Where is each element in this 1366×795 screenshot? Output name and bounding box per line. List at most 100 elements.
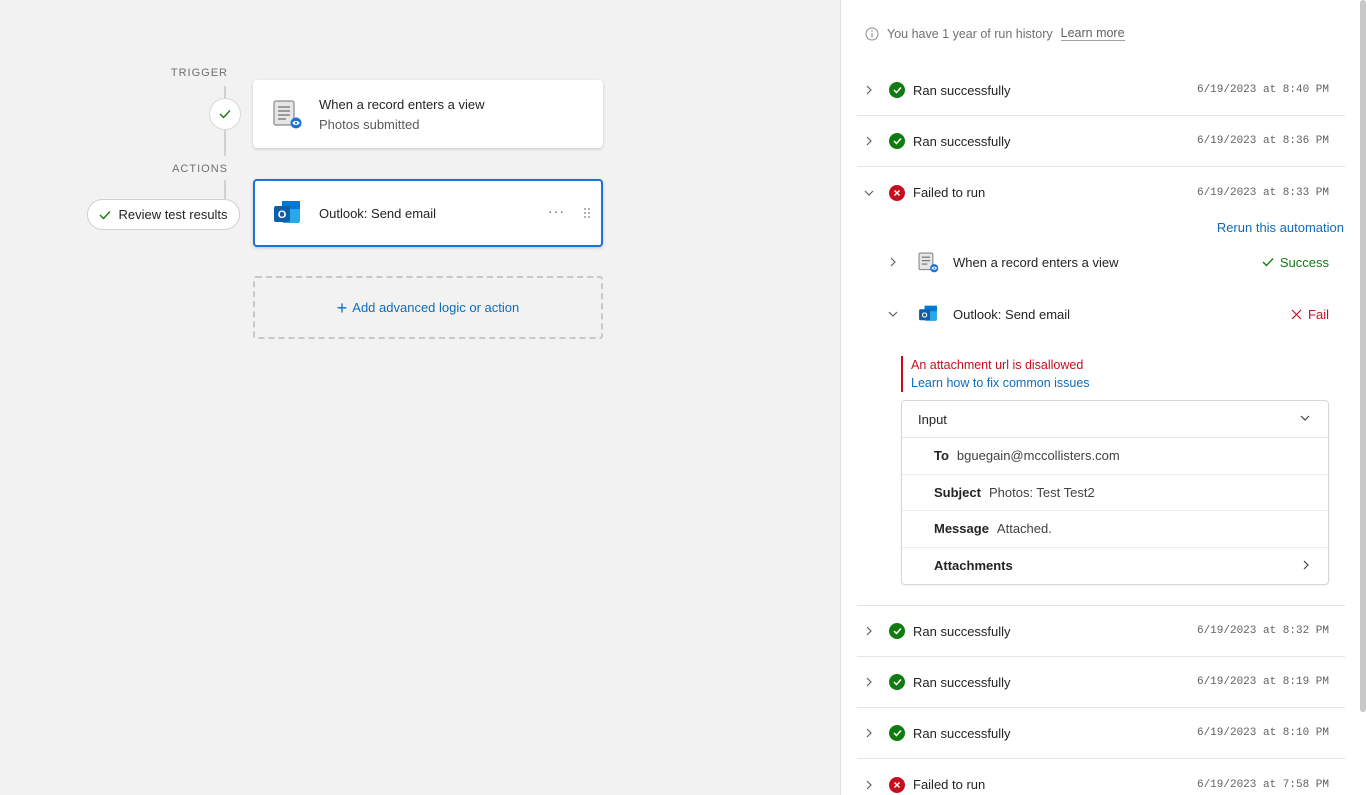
run-row[interactable]: Ran successfully 6/19/2023 at 8:19 PM	[857, 657, 1345, 708]
field-key: Attachments	[934, 558, 1013, 574]
run-timestamp: 6/19/2023 at 8:19 PM	[1196, 676, 1329, 688]
run-history-info: You have 1 year of run history Learn mor…	[865, 26, 1125, 41]
run-history-panel: You have 1 year of run history Learn mor…	[840, 0, 1366, 795]
run-status-label: Ran successfully	[913, 674, 1011, 690]
run-status-label: Failed to run	[913, 777, 986, 792]
success-status-icon	[889, 623, 905, 639]
run-step-trigger[interactable]: When a record enters a view Success	[881, 248, 1329, 276]
run-step-label: Outlook: Send email	[953, 306, 1071, 322]
field-key: Subject	[934, 484, 981, 500]
run-step-send-email[interactable]: O Outlook: Send email Fail	[881, 300, 1329, 328]
connector-line	[224, 86, 226, 98]
review-test-results-label: Review test results	[118, 207, 228, 222]
input-field-to: To bguegain@mccollisters.com	[902, 438, 1328, 475]
field-key: To	[934, 448, 949, 464]
run-row[interactable]: Ran successfully 6/19/2023 at 8:40 PM	[857, 65, 1345, 116]
run-row[interactable]: Ran successfully 6/19/2023 at 8:32 PM	[857, 606, 1345, 657]
chevron-down-icon	[1300, 415, 1310, 421]
step-result-label: Success	[1279, 254, 1329, 270]
field-value: bguegain@mccollisters.com	[956, 448, 1120, 464]
fail-status-icon	[889, 776, 905, 793]
check-icon	[219, 110, 231, 119]
add-logic-or-action-button[interactable]: + Add advanced logic or action	[253, 276, 603, 339]
chevron-right-icon[interactable]	[857, 85, 881, 95]
error-message-block: An attachment url is disallowed Learn ho…	[901, 356, 1090, 392]
info-icon	[865, 27, 879, 40]
field-value: Photos: Test Test2	[988, 484, 1095, 500]
chevron-down-icon[interactable]	[881, 310, 905, 318]
input-details-card: Input To bguegain@mccollisters.com Subje…	[901, 400, 1329, 585]
outlook-icon: O	[274, 201, 300, 223]
input-field-message: Message Attached.	[902, 511, 1328, 548]
run-row[interactable]: Failed to run 6/19/2023 at 7:58 PM	[857, 759, 1345, 795]
fail-status-icon	[889, 184, 905, 201]
check-icon	[99, 210, 111, 220]
drag-handle-icon[interactable]	[583, 207, 591, 219]
field-key: Message	[934, 521, 989, 537]
check-icon	[1262, 258, 1274, 267]
review-test-results-button[interactable]: Review test results	[87, 199, 240, 230]
action-card-title: Outlook: Send email	[319, 205, 437, 221]
trigger-card[interactable]: When a record enters a view Photos submi…	[253, 80, 603, 148]
run-row-expanded[interactable]: Failed to run 6/19/2023 at 8:33 PM	[857, 167, 1345, 218]
run-history-info-text: You have 1 year of run history	[887, 26, 1053, 41]
input-section-header[interactable]: Input	[902, 401, 1328, 438]
chevron-right-icon[interactable]	[857, 677, 881, 687]
learn-more-link[interactable]: Learn more	[1060, 26, 1125, 41]
svg-text:O: O	[922, 310, 928, 319]
trigger-card-text: When a record enters a view Photos submi…	[319, 97, 484, 132]
chevron-right-icon[interactable]	[857, 780, 881, 790]
run-status-label: Ran successfully	[913, 82, 1011, 98]
chevron-right-icon	[1303, 560, 1309, 569]
run-timestamp: 6/19/2023 at 8:40 PM	[1196, 84, 1329, 96]
connector-line	[224, 180, 226, 199]
panel-scrollbar[interactable]	[1360, 0, 1366, 712]
chevron-down-icon[interactable]	[857, 189, 881, 197]
chevron-right-icon[interactable]	[857, 136, 881, 146]
actions-section-label: ACTIONS	[172, 163, 228, 175]
svg-text:O: O	[278, 209, 287, 221]
chevron-right-icon[interactable]	[857, 626, 881, 636]
success-status-icon	[889, 82, 905, 98]
trigger-section-label: TRIGGER	[170, 67, 228, 79]
input-field-subject: Subject Photos: Test Test2	[902, 475, 1328, 511]
step-result-success: Success	[1262, 255, 1329, 270]
connector-line	[224, 130, 226, 156]
table-view-icon	[273, 100, 302, 129]
fix-common-issues-link[interactable]: Learn how to fix common issues	[911, 374, 1090, 392]
run-timestamp: 6/19/2023 at 8:32 PM	[1196, 625, 1329, 637]
run-row[interactable]: Ran successfully 6/19/2023 at 8:10 PM	[857, 708, 1345, 759]
trigger-card-subtitle: Photos submitted	[319, 116, 420, 132]
outlook-icon: O	[919, 305, 937, 321]
close-icon	[1291, 309, 1302, 319]
run-status-label: Ran successfully	[913, 725, 1011, 741]
run-row[interactable]: Ran successfully 6/19/2023 at 8:36 PM	[857, 116, 1345, 167]
chevron-right-icon[interactable]	[881, 257, 905, 267]
plus-icon: +	[336, 297, 348, 318]
input-section-title: Input	[918, 411, 947, 427]
run-status-label: Ran successfully	[913, 623, 1011, 639]
step-result-label: Fail	[1308, 306, 1329, 322]
add-logic-or-action-label: Add advanced logic or action	[352, 300, 520, 315]
run-status-label: Ran successfully	[913, 133, 1011, 149]
chevron-right-icon[interactable]	[857, 728, 881, 738]
input-field-attachments[interactable]: Attachments	[902, 548, 1328, 585]
success-status-icon	[889, 725, 905, 741]
step-result-fail: Fail	[1291, 307, 1329, 322]
trigger-status-check	[209, 98, 241, 130]
trigger-card-title: When a record enters a view	[319, 96, 485, 112]
rerun-automation-link[interactable]: Rerun this automation	[1217, 220, 1344, 235]
run-step-label: When a record enters a view	[953, 254, 1119, 270]
action-card-send-email[interactable]: O Outlook: Send email ···	[253, 179, 603, 247]
run-timestamp: 6/19/2023 at 7:58 PM	[1196, 778, 1329, 791]
table-view-icon	[918, 252, 939, 273]
run-timestamp: 6/19/2023 at 8:33 PM	[1196, 186, 1329, 199]
more-options-icon[interactable]: ···	[548, 203, 565, 219]
run-timestamp: 6/19/2023 at 8:36 PM	[1196, 135, 1329, 147]
success-status-icon	[889, 133, 905, 149]
run-status-label: Failed to run	[913, 185, 986, 200]
run-timestamp: 6/19/2023 at 8:10 PM	[1196, 727, 1329, 739]
field-value: Attached.	[996, 521, 1052, 537]
automation-canvas: TRIGGER ACTIONS Review test results When…	[0, 0, 840, 795]
error-message: An attachment url is disallowed	[911, 358, 1084, 372]
